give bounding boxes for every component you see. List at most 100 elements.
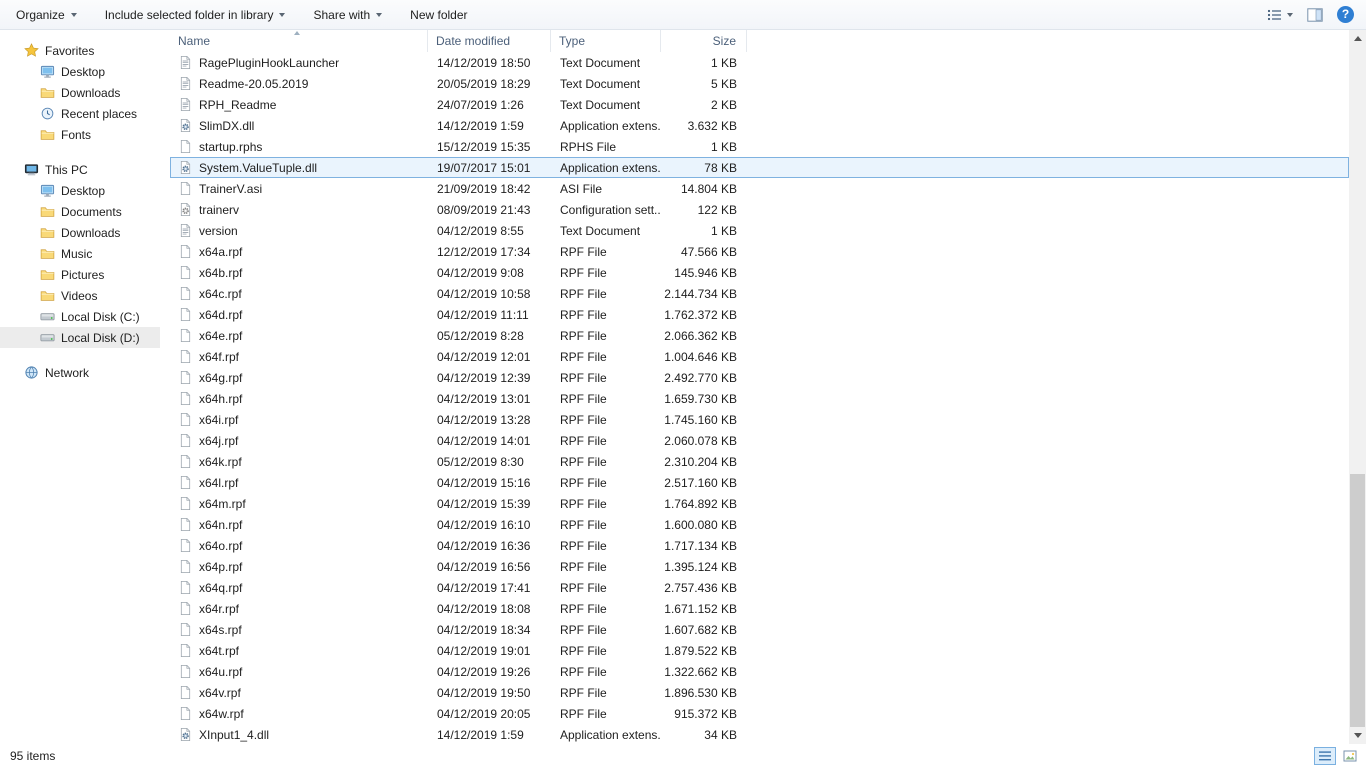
file-row[interactable]: x64b.rpf 04/12/2019 9:08 RPF File 145.94… xyxy=(170,262,1349,283)
file-row[interactable]: RPH_Readme 24/07/2019 1:26 Text Document… xyxy=(170,94,1349,115)
sidebar-item-videos[interactable]: Videos xyxy=(0,285,160,306)
file-row[interactable]: x64l.rpf 04/12/2019 15:16 RPF File 2.517… xyxy=(170,472,1349,493)
file-row[interactable]: x64o.rpf 04/12/2019 16:36 RPF File 1.717… xyxy=(170,535,1349,556)
file-row[interactable]: x64k.rpf 05/12/2019 8:30 RPF File 2.310.… xyxy=(170,451,1349,472)
file-size: 1 KB xyxy=(661,140,747,154)
file-name: x64t.rpf xyxy=(199,644,239,658)
file-name: x64d.rpf xyxy=(199,308,242,322)
file-list-pane: Name Date modified Type Size RagePluginH… xyxy=(160,30,1349,744)
change-view-button[interactable] xyxy=(1267,8,1293,22)
file-row[interactable]: x64a.rpf 12/12/2019 17:34 RPF File 47.56… xyxy=(170,241,1349,262)
file-date-modified: 04/12/2019 8:55 xyxy=(428,224,551,238)
file-row[interactable]: System.ValueTuple.dll 19/07/2017 15:01 A… xyxy=(170,157,1349,178)
sidebar-item-local-disk-c[interactable]: Local Disk (C:) xyxy=(0,306,160,327)
file-date-modified: 04/12/2019 18:34 xyxy=(428,623,551,637)
sidebar-section-header[interactable]: Network xyxy=(0,362,160,383)
scroll-up-button[interactable] xyxy=(1349,30,1366,47)
file-date-modified: 04/12/2019 17:41 xyxy=(428,581,551,595)
file-row[interactable]: x64s.rpf 04/12/2019 18:34 RPF File 1.607… xyxy=(170,619,1349,640)
share-with-label: Share with xyxy=(313,8,370,22)
file-row[interactable]: startup.rphs 15/12/2019 15:35 RPHS File … xyxy=(170,136,1349,157)
file-row[interactable]: x64u.rpf 04/12/2019 19:26 RPF File 1.322… xyxy=(170,661,1349,682)
computer-icon xyxy=(24,162,39,177)
file-name: System.ValueTuple.dll xyxy=(199,161,317,175)
file-row[interactable]: x64d.rpf 04/12/2019 11:11 RPF File 1.762… xyxy=(170,304,1349,325)
share-with-button[interactable]: Share with xyxy=(313,8,382,22)
sidebar-item-music[interactable]: Music xyxy=(0,243,160,264)
file-row[interactable]: TrainerV.asi 21/09/2019 18:42 ASI File 1… xyxy=(170,178,1349,199)
file-size: 1.879.522 KB xyxy=(661,644,747,658)
organize-button[interactable]: Organize xyxy=(16,8,77,22)
file-row[interactable]: XInput1_4.dll 14/12/2019 1:59 Applicatio… xyxy=(170,724,1349,744)
include-in-library-button[interactable]: Include selected folder in library xyxy=(105,8,286,22)
file-row[interactable]: x64v.rpf 04/12/2019 19:50 RPF File 1.896… xyxy=(170,682,1349,703)
file-type: Application extens... xyxy=(551,161,661,175)
sidebar-item-pictures[interactable]: Pictures xyxy=(0,264,160,285)
column-header-date-modified[interactable]: Date modified xyxy=(428,30,551,52)
vertical-scrollbar[interactable] xyxy=(1349,30,1366,744)
sidebar-item-desktop[interactable]: Desktop xyxy=(0,61,160,82)
sidebar-item-recent-places[interactable]: Recent places xyxy=(0,103,160,124)
sidebar-section-label: This PC xyxy=(45,163,88,177)
file-name: x64c.rpf xyxy=(199,287,242,301)
column-header-name[interactable]: Name xyxy=(170,30,428,52)
file-row[interactable]: x64c.rpf 04/12/2019 10:58 RPF File 2.144… xyxy=(170,283,1349,304)
file-icon xyxy=(178,496,193,511)
preview-pane-button[interactable] xyxy=(1307,8,1323,22)
column-header-size[interactable]: Size xyxy=(661,30,747,52)
file-date-modified: 04/12/2019 16:56 xyxy=(428,560,551,574)
file-row[interactable]: x64p.rpf 04/12/2019 16:56 RPF File 1.395… xyxy=(170,556,1349,577)
file-date-modified: 04/12/2019 19:50 xyxy=(428,686,551,700)
sidebar-item-downloads[interactable]: Downloads xyxy=(0,222,160,243)
file-size: 1.671.152 KB xyxy=(661,602,747,616)
thumbnails-view-toggle[interactable] xyxy=(1339,747,1361,765)
scrollbar-thumb[interactable] xyxy=(1350,474,1365,727)
file-icon xyxy=(178,160,193,175)
file-date-modified: 24/07/2019 1:26 xyxy=(428,98,551,112)
sidebar-item-local-disk-d[interactable]: Local Disk (D:) xyxy=(0,327,160,348)
sidebar-item-documents[interactable]: Documents xyxy=(0,201,160,222)
file-row[interactable]: x64w.rpf 04/12/2019 20:05 RPF File 915.3… xyxy=(170,703,1349,724)
sidebar-item-fonts[interactable]: Fonts xyxy=(0,124,160,145)
file-row[interactable]: RagePluginHookLauncher 14/12/2019 18:50 … xyxy=(170,52,1349,73)
file-row[interactable]: trainerv 08/09/2019 21:43 Configuration … xyxy=(170,199,1349,220)
file-row[interactable]: x64g.rpf 04/12/2019 12:39 RPF File 2.492… xyxy=(170,367,1349,388)
help-button[interactable]: ? xyxy=(1337,6,1354,23)
file-type: RPF File xyxy=(551,560,661,574)
status-bar: 95 items xyxy=(0,744,1366,768)
file-icon xyxy=(178,181,193,196)
file-row[interactable]: x64e.rpf 05/12/2019 8:28 RPF File 2.066.… xyxy=(170,325,1349,346)
file-row[interactable]: x64r.rpf 04/12/2019 18:08 RPF File 1.671… xyxy=(170,598,1349,619)
file-row[interactable]: x64n.rpf 04/12/2019 16:10 RPF File 1.600… xyxy=(170,514,1349,535)
file-icon xyxy=(178,685,193,700)
file-row[interactable]: version 04/12/2019 8:55 Text Document 1 … xyxy=(170,220,1349,241)
file-row[interactable]: x64i.rpf 04/12/2019 13:28 RPF File 1.745… xyxy=(170,409,1349,430)
file-name: version xyxy=(199,224,238,238)
file-rows: RagePluginHookLauncher 14/12/2019 18:50 … xyxy=(170,52,1349,744)
scroll-down-button[interactable] xyxy=(1349,727,1366,744)
date-column-label: Date modified xyxy=(436,34,510,48)
file-row[interactable]: Readme-20.05.2019 20/05/2019 18:29 Text … xyxy=(170,73,1349,94)
sidebar-section-header[interactable]: Favorites xyxy=(0,40,160,61)
file-row[interactable]: SlimDX.dll 14/12/2019 1:59 Application e… xyxy=(170,115,1349,136)
file-row[interactable]: x64t.rpf 04/12/2019 19:01 RPF File 1.879… xyxy=(170,640,1349,661)
sidebar-section-header[interactable]: This PC xyxy=(0,159,160,180)
file-size: 1.322.662 KB xyxy=(661,665,747,679)
file-row[interactable]: x64j.rpf 04/12/2019 14:01 RPF File 2.060… xyxy=(170,430,1349,451)
file-size: 78 KB xyxy=(661,161,747,175)
file-row[interactable]: x64q.rpf 04/12/2019 17:41 RPF File 2.757… xyxy=(170,577,1349,598)
file-row[interactable]: x64f.rpf 04/12/2019 12:01 RPF File 1.004… xyxy=(170,346,1349,367)
file-type: RPF File xyxy=(551,476,661,490)
file-date-modified: 14/12/2019 18:50 xyxy=(428,56,551,70)
file-row[interactable]: x64m.rpf 04/12/2019 15:39 RPF File 1.764… xyxy=(170,493,1349,514)
file-type: Configuration sett... xyxy=(551,203,661,217)
file-icon xyxy=(178,97,193,112)
new-folder-button[interactable]: New folder xyxy=(410,8,467,22)
file-type: Application extens... xyxy=(551,728,661,742)
details-view-toggle[interactable] xyxy=(1314,747,1336,765)
sidebar-item-desktop[interactable]: Desktop xyxy=(0,180,160,201)
file-row[interactable]: x64h.rpf 04/12/2019 13:01 RPF File 1.659… xyxy=(170,388,1349,409)
sidebar-item-downloads[interactable]: Downloads xyxy=(0,82,160,103)
file-name: x64j.rpf xyxy=(199,434,238,448)
column-header-type[interactable]: Type xyxy=(551,30,661,52)
